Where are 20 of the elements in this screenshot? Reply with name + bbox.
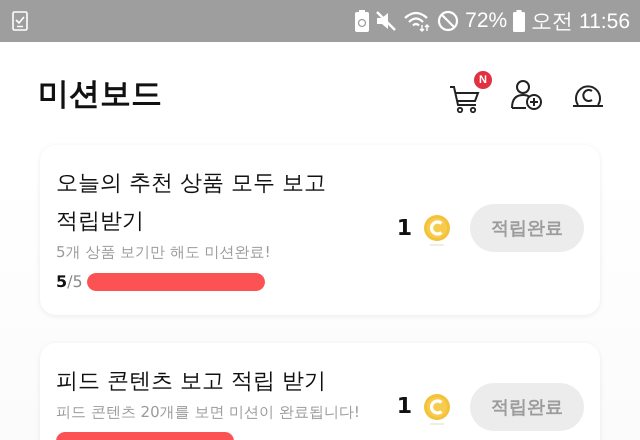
- coin-icon: [422, 392, 452, 424]
- status-time: 오전 11:56: [531, 9, 630, 35]
- mission-description: 5개 상품 보기만 해도 미션완료!: [56, 243, 272, 262]
- page-title: 미션보드: [38, 74, 162, 114]
- cart-button[interactable]: N: [446, 70, 492, 116]
- battery-saver-icon: [355, 10, 370, 32]
- blocked-icon: [437, 10, 460, 32]
- reward-amount: 1: [396, 394, 412, 419]
- mission-description: 피드 콘텐츠 20개를 보면 미션이 완료됩니다!: [56, 403, 360, 422]
- battery-percent: 72%: [465, 9, 508, 33]
- progress-count: 5/5: [56, 272, 83, 291]
- coin-icon: [422, 214, 452, 246]
- new-badge: N: [474, 70, 492, 88]
- wifi-icon: [403, 10, 432, 32]
- mute-icon: [375, 10, 398, 32]
- mission-title: 피드 콘텐츠 보고 적립 받기: [56, 368, 327, 396]
- checklist-icon: [12, 11, 28, 31]
- battery-icon: [513, 10, 526, 32]
- mission-title: 오늘의 추천 상품 모두 보고 적립받기: [56, 170, 326, 236]
- reward-amount: 1: [396, 216, 412, 240]
